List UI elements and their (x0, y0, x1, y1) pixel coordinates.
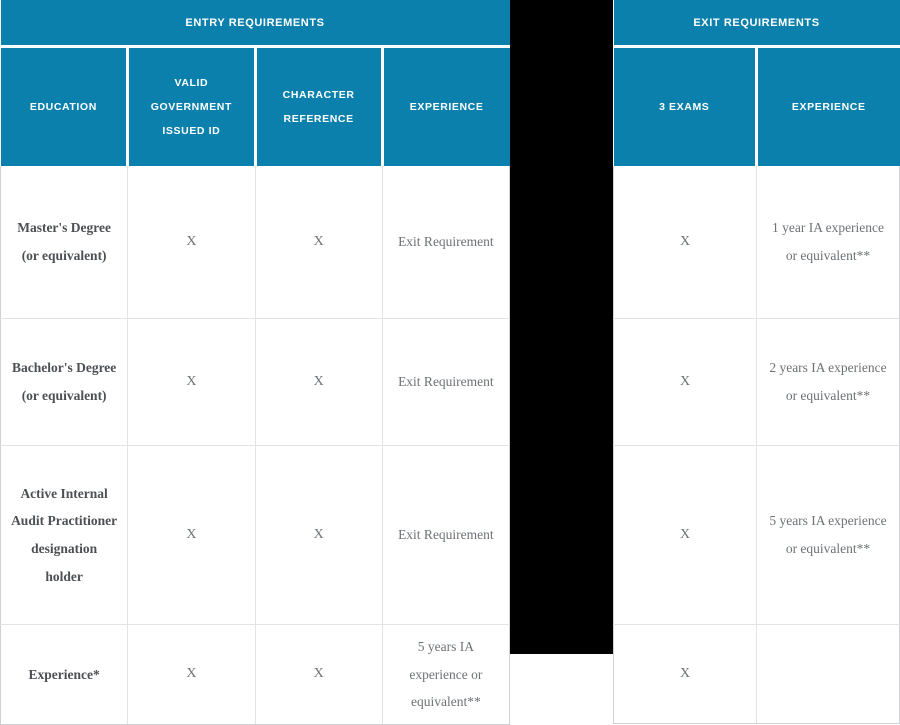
cell-exit-experience: 5 years IA experience or equivalent** (756, 445, 900, 625)
column-header-education: EDUCATION (0, 46, 130, 166)
exit-table-body: X 1 year IA experience or equivalent** X… (613, 166, 900, 724)
entry-table-body: Master's Degree (or equivalent) X X Exit… (0, 166, 511, 725)
exit-table-head: EXIT REQUIREMENTS 3 EXAMS EXPERIENCE (613, 0, 900, 166)
entry-column-header-row: EDUCATION VALID GOVERNMENT ISSUED ID CHA… (0, 46, 510, 166)
column-header-entry-experience: EXPERIENCE (382, 46, 510, 166)
cell-character-reference: X (254, 445, 383, 625)
cell-education: Active Internal Audit Practitioner desig… (0, 445, 129, 625)
cell-valid-id: X (127, 166, 256, 319)
exit-column-header-row: 3 EXAMS EXPERIENCE (613, 46, 900, 166)
entry-requirements-group-label: ENTRY REQUIREMENTS (0, 0, 510, 48)
cell-entry-experience: Exit Requirement (381, 445, 511, 625)
occlusion-band (510, 0, 613, 654)
cell-entry-experience: 5 years IA experience or equivalent** (381, 624, 511, 725)
table-row: X (613, 624, 900, 724)
cell-valid-id: X (127, 318, 256, 446)
cell-three-exams: X (613, 166, 757, 319)
cell-education: Experience* (0, 624, 129, 725)
cell-character-reference: X (254, 318, 383, 446)
cell-exit-experience: 1 year IA experience or equivalent** (756, 166, 900, 319)
entry-table-head: ENTRY REQUIREMENTS EDUCATION VALID GOVER… (0, 0, 510, 166)
table-row: Bachelor's Degree (or equivalent) X X Ex… (0, 318, 511, 446)
column-header-three-exams: 3 EXAMS (613, 46, 758, 166)
column-header-character-reference: CHARACTER REFERENCE (255, 46, 384, 166)
table-row: X 1 year IA experience or equivalent** (613, 166, 900, 319)
table-row: X 2 years IA experience or equivalent** (613, 318, 900, 446)
cell-three-exams: X (613, 624, 757, 724)
column-header-exit-experience: EXPERIENCE (756, 46, 900, 166)
cell-entry-experience: Exit Requirement (381, 166, 511, 319)
cell-exit-experience (756, 624, 900, 724)
exit-requirements-group-label: EXIT REQUIREMENTS (613, 0, 900, 48)
entry-requirements-table: ENTRY REQUIREMENTS EDUCATION VALID GOVER… (0, 0, 511, 725)
table-row: Master's Degree (or equivalent) X X Exit… (0, 166, 511, 319)
table-row: Experience* X X 5 years IA experience or… (0, 624, 511, 725)
requirements-table-page: ENTRY REQUIREMENTS EDUCATION VALID GOVER… (0, 0, 900, 725)
cell-valid-id: X (127, 624, 256, 725)
cell-character-reference: X (254, 624, 383, 725)
entry-group-header-row: ENTRY REQUIREMENTS (0, 0, 510, 48)
cell-character-reference: X (254, 166, 383, 319)
cell-three-exams: X (613, 318, 757, 446)
table-row: X 5 years IA experience or equivalent** (613, 445, 900, 625)
cell-exit-experience: 2 years IA experience or equivalent** (756, 318, 900, 446)
exit-requirements-table: EXIT REQUIREMENTS 3 EXAMS EXPERIENCE X 1… (613, 0, 900, 724)
exit-group-header-row: EXIT REQUIREMENTS (613, 0, 900, 48)
cell-three-exams: X (613, 445, 757, 625)
cell-education: Master's Degree (or equivalent) (0, 166, 129, 319)
column-header-valid-government-issued-id: VALID GOVERNMENT ISSUED ID (127, 46, 257, 166)
cell-valid-id: X (127, 445, 256, 625)
exit-requirements-section: EXIT REQUIREMENTS 3 EXAMS EXPERIENCE X 1… (613, 0, 900, 724)
cell-entry-experience: Exit Requirement (381, 318, 511, 446)
entry-requirements-section: ENTRY REQUIREMENTS EDUCATION VALID GOVER… (0, 0, 511, 725)
cell-education: Bachelor's Degree (or equivalent) (0, 318, 129, 446)
table-row: Active Internal Audit Practitioner desig… (0, 445, 511, 625)
